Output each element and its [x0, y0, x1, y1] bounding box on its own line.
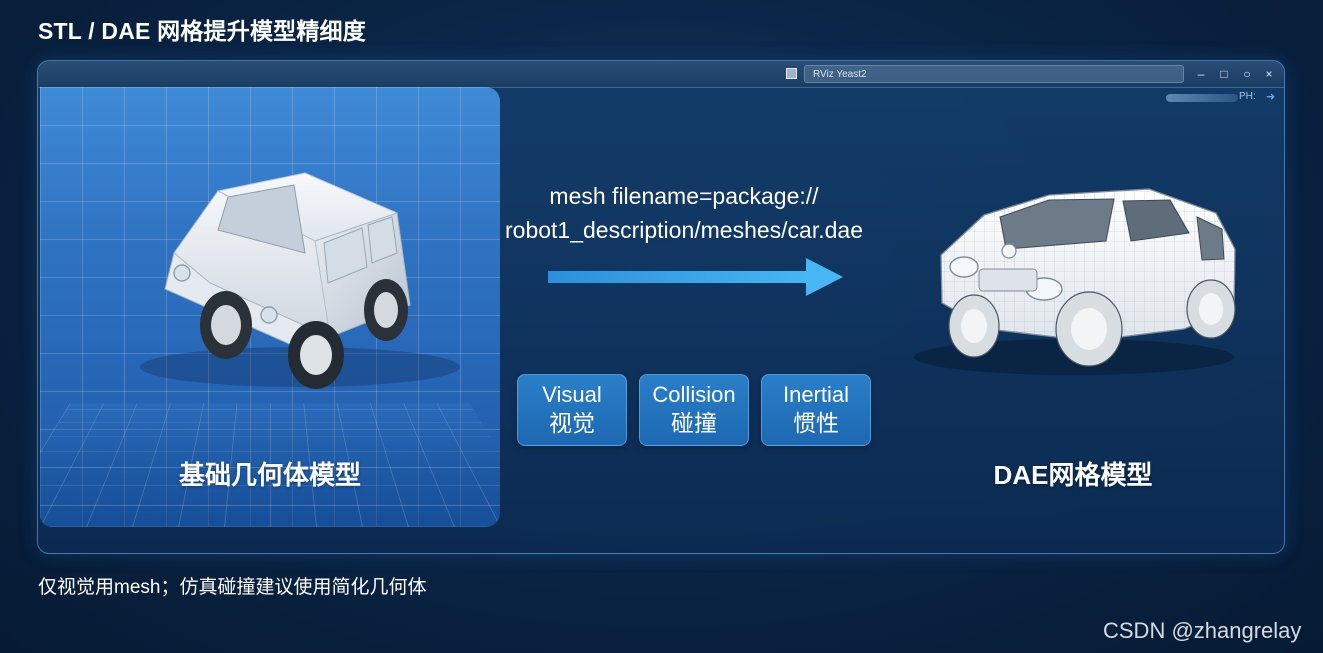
dae-mesh-car-image	[884, 131, 1254, 391]
status-progress-strip	[1166, 94, 1238, 102]
basic-geometry-caption: 基础几何体模型	[40, 455, 500, 492]
window-app-icon	[786, 68, 797, 79]
mesh-filename-line-1: mesh filename=package://	[504, 179, 864, 213]
status-arrow-icon: ➜	[1266, 90, 1275, 103]
collision-tag-en: Collision	[640, 381, 748, 409]
rviz-window: RViz Yeast2 – □ ○ × PH: ➜ 基础几何体模型 mesh f…	[37, 60, 1285, 554]
window-title-field[interactable]: RViz Yeast2	[804, 65, 1184, 83]
basic-geometry-panel: 基础几何体模型	[40, 87, 500, 527]
dae-mesh-caption: DAE网格模型	[968, 455, 1178, 492]
mesh-filename-line-2: robot1_description/meshes/car.dae	[504, 213, 864, 247]
page-title: STL / DAE 网格提升模型精细度	[38, 12, 366, 46]
inertial-tag-en: Inertial	[762, 381, 870, 409]
status-label: PH:	[1239, 91, 1256, 102]
restore-icon[interactable]: ○	[1238, 64, 1256, 84]
visual-tag[interactable]: Visual 视觉	[517, 374, 627, 446]
inertial-tag[interactable]: Inertial 惯性	[761, 374, 871, 446]
inertial-tag-cn: 惯性	[762, 409, 870, 437]
window-titlebar: RViz Yeast2 – □ ○ ×	[38, 61, 1284, 88]
footnote-text: 仅视觉用mesh；仿真碰撞建议使用简化几何体	[38, 572, 426, 599]
visual-tag-cn: 视觉	[518, 409, 626, 437]
mesh-filename-code: mesh filename=package:// robot1_descript…	[504, 179, 864, 247]
watermark-text: CSDN @zhangrelay	[1103, 618, 1301, 644]
collision-tag[interactable]: Collision 碰撞	[639, 374, 749, 446]
right-arrow-icon	[548, 255, 843, 301]
close-icon[interactable]: ×	[1260, 64, 1278, 84]
urdf-tag-group: Visual 视觉 Collision 碰撞 Inertial 惯性	[515, 374, 875, 446]
basic-geometry-car-image	[110, 135, 470, 405]
maximize-icon[interactable]: □	[1215, 64, 1233, 84]
collision-tag-cn: 碰撞	[640, 409, 748, 437]
minimize-icon[interactable]: –	[1192, 64, 1210, 84]
visual-tag-en: Visual	[518, 381, 626, 409]
